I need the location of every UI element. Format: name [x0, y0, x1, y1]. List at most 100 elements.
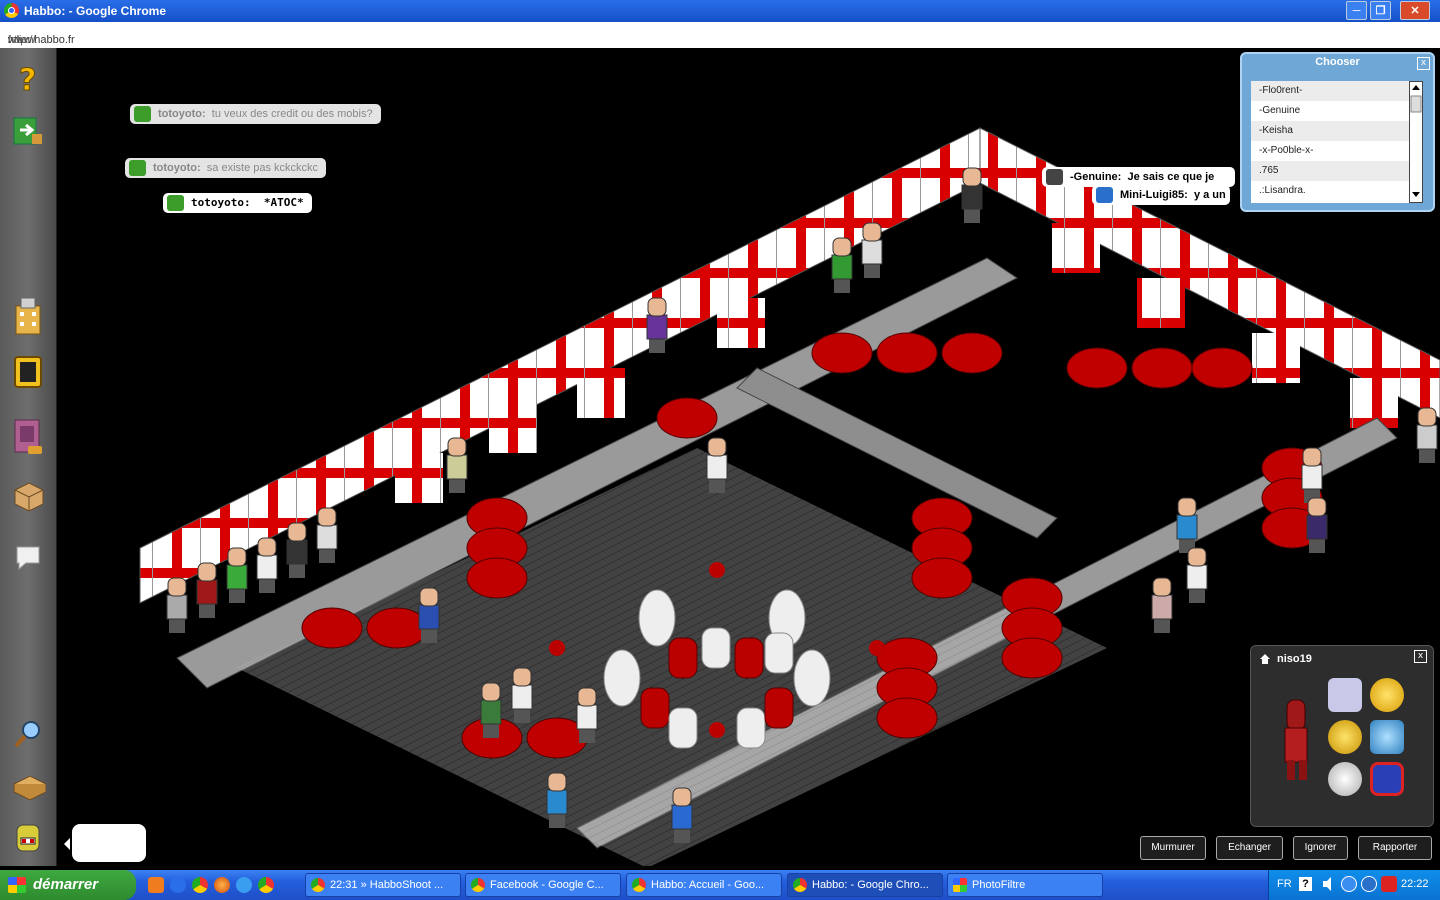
list-item[interactable]: -Keisha [1251, 121, 1411, 141]
rose-plant [869, 640, 885, 656]
catalogue-icon[interactable] [12, 418, 44, 454]
help-icon[interactable]: ? [12, 62, 44, 99]
ignore-button[interactable]: Ignorer [1293, 836, 1348, 860]
chat-text: sa existe pas kckckckc [206, 162, 319, 174]
red-sofa [301, 607, 363, 649]
habbo-avatar[interactable] [226, 547, 248, 603]
chat-text: y a un [1193, 189, 1226, 201]
taskbar-item[interactable]: Facebook - Google C... [465, 873, 621, 897]
avatar-icon[interactable] [12, 822, 44, 854]
habbo-toolbar: ? [0, 48, 57, 866]
habbo-avatar[interactable] [671, 787, 693, 843]
taskbar-item[interactable]: PhotoFiltre [947, 873, 1103, 897]
habbo-avatar[interactable] [1306, 497, 1328, 553]
chat-input[interactable] [64, 824, 146, 862]
habbo-avatar[interactable] [861, 222, 883, 278]
taskbar-item[interactable]: Habbo: - Google Chro... [787, 873, 943, 897]
bunny-statue [638, 589, 676, 647]
maximize-button[interactable]: ❐ [1370, 1, 1391, 20]
list-item[interactable]: .:Lisandra. [1251, 181, 1411, 201]
list-item[interactable]: .765 [1251, 161, 1411, 181]
task-label: 22:31 » HabboShoot ... [330, 879, 444, 891]
update-icon[interactable] [1361, 876, 1377, 892]
report-button[interactable]: Rapporter [1358, 836, 1432, 860]
chrome-icon [793, 878, 807, 892]
home-icon[interactable] [1260, 654, 1270, 664]
chat-user: totoyoto: [153, 162, 201, 174]
task-label: Facebook - Google C... [490, 879, 604, 891]
game-room-view[interactable]: totoyoto: tu veux des credit ou des mobi… [57, 48, 1440, 866]
scrollbar[interactable] [1409, 81, 1423, 203]
habbo-avatar[interactable] [646, 297, 668, 353]
red-sofa [1131, 347, 1193, 389]
exit-room-icon[interactable] [12, 116, 44, 148]
taskbar-item[interactable]: 22:31 » HabboShoot ... [305, 873, 461, 897]
habbo-avatar[interactable] [511, 667, 533, 723]
hotel-view-icon[interactable] [12, 296, 44, 335]
windows-logo-icon [8, 877, 26, 893]
taskbar-item[interactable]: Habbo: Accueil - Goo... [626, 873, 782, 897]
url-path: /client [8, 34, 37, 46]
sun-badge-icon [1370, 678, 1404, 712]
address-bar[interactable]: http://www.habbo.fr/client [0, 22, 1440, 51]
habbo-avatar[interactable] [1416, 407, 1438, 463]
inventory-icon[interactable] [12, 480, 44, 512]
shield-badge-icon [1328, 678, 1362, 712]
habbo-avatar[interactable] [1151, 577, 1173, 633]
habbo-avatar[interactable] [1176, 497, 1198, 553]
chooser-panel[interactable]: Chooser x -Flo0rent- -Genuine -Keisha -x… [1240, 52, 1435, 212]
scroll-thumb[interactable] [1410, 95, 1422, 113]
red-sofa [876, 332, 938, 374]
tyre-stack [668, 707, 698, 749]
habbo-avatar[interactable] [546, 772, 568, 828]
chat-bubble: totoyoto: sa existe pas kckckckc [125, 158, 327, 178]
list-item[interactable]: -Genuine [1251, 101, 1411, 121]
browser-icon[interactable] [236, 877, 252, 893]
friends-icon[interactable] [12, 542, 44, 574]
minimize-button[interactable]: ─ [1346, 1, 1367, 20]
habbo-avatar[interactable] [1301, 447, 1323, 503]
start-button[interactable]: démarrer [0, 870, 136, 900]
habbo-avatar[interactable] [196, 562, 218, 618]
list-item[interactable]: -Flo0rent- [1251, 81, 1411, 101]
chrome-icon[interactable] [192, 877, 208, 893]
flag-banner [489, 403, 537, 453]
habbo-avatar[interactable] [256, 537, 278, 593]
close-button[interactable]: ✕ [1400, 1, 1430, 20]
habbo-avatar[interactable] [576, 687, 598, 743]
navigator-icon[interactable] [12, 354, 44, 388]
task-label: PhotoFiltre [972, 879, 1026, 891]
antivirus-icon[interactable] [1381, 876, 1397, 892]
mail-icon[interactable] [148, 877, 164, 893]
tyre-stack [764, 687, 794, 729]
chrome-icon[interactable] [258, 877, 274, 893]
list-item[interactable]: -x-Po0ble-x- [1251, 141, 1411, 161]
habbo-avatar[interactable] [961, 167, 983, 223]
habbo-avatar[interactable] [706, 437, 728, 493]
close-icon[interactable]: x [1414, 650, 1427, 663]
habbo-avatar[interactable] [418, 587, 440, 643]
scroll-down-icon[interactable] [1412, 192, 1420, 197]
chooser-list[interactable]: -Flo0rent- -Genuine -Keisha -x-Po0ble-x-… [1251, 81, 1411, 203]
close-icon[interactable]: x [1417, 57, 1430, 70]
ie-icon[interactable] [170, 877, 186, 893]
habbo-avatar[interactable] [446, 437, 468, 493]
habbo-avatar[interactable] [166, 577, 188, 633]
scroll-up-icon[interactable] [1412, 85, 1420, 90]
help-tray-icon[interactable]: ? [1299, 877, 1312, 891]
flag-banner [717, 298, 765, 348]
volume-icon[interactable] [1321, 876, 1335, 892]
habbo-avatar[interactable] [316, 507, 338, 563]
trade-button[interactable]: Echanger [1216, 836, 1283, 860]
room-tools-icon[interactable] [12, 770, 48, 802]
habbo-avatar[interactable] [286, 522, 308, 578]
language-indicator[interactable]: FR [1277, 878, 1292, 890]
firefox-icon[interactable] [214, 877, 230, 893]
search-icon[interactable] [12, 718, 44, 750]
habbo-avatar[interactable] [480, 682, 502, 738]
habbo-avatar[interactable] [831, 237, 853, 293]
network-icon[interactable] [1341, 876, 1357, 892]
chat-user: totoyoto: [158, 108, 206, 120]
whisper-button[interactable]: Murmurer [1140, 836, 1206, 860]
habbo-avatar[interactable] [1186, 547, 1208, 603]
